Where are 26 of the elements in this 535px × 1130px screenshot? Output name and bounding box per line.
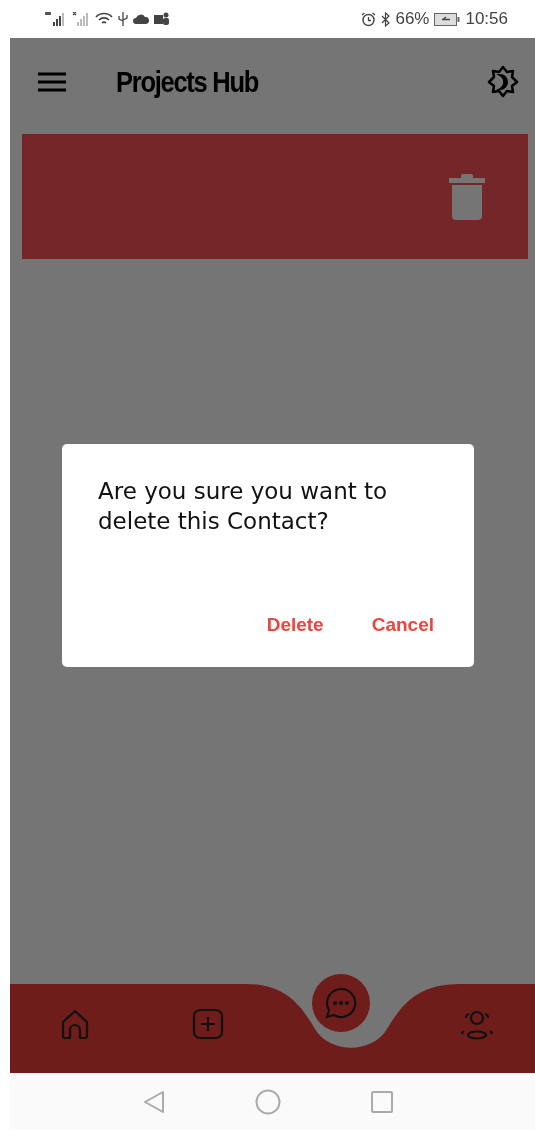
bluetooth-icon [381, 11, 391, 27]
signal-icon [72, 12, 90, 26]
home-circle-icon[interactable] [254, 1088, 281, 1115]
dialog-message: Are you sure you want to delete this Contact? [98, 477, 389, 536]
trash-icon[interactable] [449, 173, 485, 220]
app-title: Projects Hub [116, 64, 258, 99]
clock: 10:56 [465, 9, 508, 29]
add-icon[interactable] [192, 1008, 224, 1040]
battery-percent: 66% [395, 9, 430, 29]
usb-icon [118, 12, 128, 26]
theme-icon[interactable] [486, 64, 520, 99]
app-icon [154, 12, 170, 26]
wifi-icon [95, 12, 113, 26]
signal-icon [45, 12, 67, 26]
chat-button[interactable] [312, 974, 370, 1032]
dialog-button[interactable]: Delete [262, 608, 328, 642]
menu-icon[interactable] [38, 71, 66, 92]
people-icon[interactable] [460, 1010, 494, 1040]
back-icon[interactable] [142, 1089, 165, 1114]
dialog-button[interactable]: Cancel [367, 608, 438, 642]
battery-icon [434, 12, 461, 26]
home-icon[interactable] [61, 1009, 89, 1040]
chat-icon [325, 987, 357, 1019]
cloud-icon [133, 14, 149, 24]
recents-icon[interactable] [370, 1090, 393, 1113]
alarm-icon [361, 11, 377, 27]
